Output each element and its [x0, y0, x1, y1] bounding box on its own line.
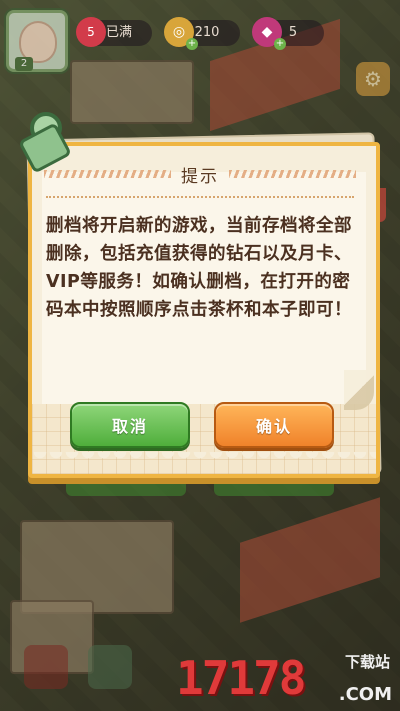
wheat-decoration-left — [44, 170, 171, 178]
dialog-message: 删档将开启新的游戏，当前存档将全部删除，包括充值获得的钻石以及月卡、VIP等服务… — [46, 216, 352, 320]
dialog-title: 提示 — [181, 166, 219, 187]
level-number: 5 — [87, 25, 95, 39]
dialog-title-row: 提示 — [34, 162, 366, 187]
avatar[interactable]: 2 — [6, 10, 68, 72]
wheat-decoration-right — [229, 170, 356, 178]
title-divider — [46, 196, 354, 198]
book-icon[interactable] — [88, 645, 132, 689]
avatar-level-badge: 2 — [15, 57, 33, 71]
background-building — [70, 60, 194, 124]
site-watermark: 17178 下载站 .COM — [176, 651, 396, 707]
coin-count: 210 — [194, 25, 220, 40]
watermark-digits: 17178 — [176, 651, 306, 705]
shop-icon[interactable] — [24, 645, 68, 689]
gem-pill[interactable]: ◆ + 5 — [252, 17, 324, 50]
top-hud: 2 5 已满 ◎ + 210 ◆ + 5 — [0, 6, 400, 72]
gem-count: 5 — [288, 25, 298, 40]
add-coins-icon[interactable]: + — [186, 38, 198, 50]
heart-icon: 5 — [76, 17, 106, 47]
coin-pill[interactable]: ◎ + 210 — [164, 17, 240, 50]
cancel-button[interactable]: 取消 — [70, 402, 190, 448]
energy-status: 已满 — [105, 25, 132, 40]
torn-edge — [32, 452, 376, 464]
energy-pill[interactable]: 5 已满 — [76, 17, 152, 47]
add-gems-icon[interactable]: + — [274, 38, 286, 50]
watermark-site-name: 下载站 — [344, 653, 390, 671]
gear-icon[interactable]: ⚙ — [356, 62, 390, 96]
confirm-button[interactable]: 确认 — [214, 402, 334, 448]
watermark-domain: .COM — [338, 684, 392, 705]
